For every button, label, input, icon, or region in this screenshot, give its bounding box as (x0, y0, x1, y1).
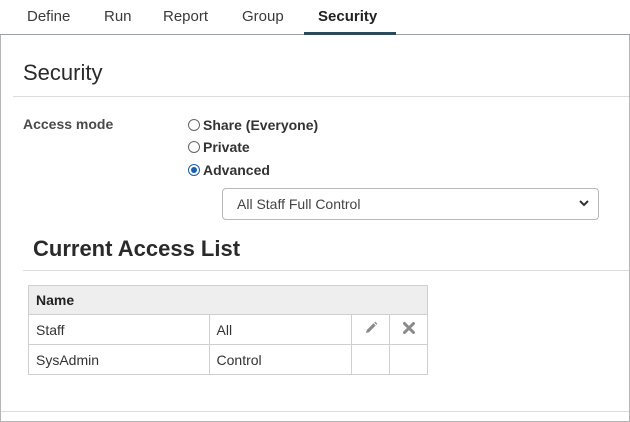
radio-advanced[interactable]: Advanced (188, 162, 270, 178)
radio-private[interactable]: Private (188, 139, 250, 155)
delete-cell (389, 314, 428, 345)
divider (23, 270, 629, 271)
empty-cell (389, 344, 428, 375)
access-profile-select[interactable]: All Staff Full Control (222, 188, 599, 220)
empty-cell (351, 344, 391, 375)
cell-permission: Control (208, 344, 353, 375)
divider (1, 411, 629, 412)
tab-define[interactable]: Define (13, 0, 84, 34)
select-value: All Staff Full Control (237, 196, 361, 212)
radio-button[interactable] (188, 119, 200, 131)
cell-name: Staff (28, 314, 210, 345)
tab-report[interactable]: Report (149, 0, 222, 34)
tab-group[interactable]: Group (228, 0, 298, 34)
cell-name: SysAdmin (28, 344, 210, 375)
tab-bar: Define Run Report Group Security (0, 0, 630, 35)
table-header-row: Name (28, 285, 428, 315)
page-title: Security (23, 60, 103, 85)
edit-cell (351, 314, 391, 345)
radio-button[interactable] (188, 141, 200, 153)
radio-label: Private (203, 139, 250, 155)
radio-share-everyone[interactable]: Share (Everyone) (188, 117, 318, 133)
tab-run[interactable]: Run (90, 0, 146, 34)
pencil-icon[interactable] (362, 320, 380, 338)
radio-label: Share (Everyone) (203, 117, 319, 133)
x-icon[interactable] (400, 321, 418, 339)
radio-label: Advanced (203, 162, 270, 178)
access-list-table: Name Staff All SysAdmin Control (28, 285, 428, 375)
column-header-name: Name (28, 285, 428, 315)
radio-button[interactable] (188, 164, 200, 176)
chevron-down-icon (578, 189, 590, 230)
tab-security[interactable]: Security (304, 0, 396, 35)
cell-permission: All (208, 314, 353, 345)
access-list-title: Current Access List (33, 236, 241, 261)
access-mode-label: Access mode (23, 116, 114, 132)
table-row: Staff All (28, 314, 428, 345)
divider (13, 96, 629, 97)
table-row: SysAdmin Control (28, 344, 428, 375)
